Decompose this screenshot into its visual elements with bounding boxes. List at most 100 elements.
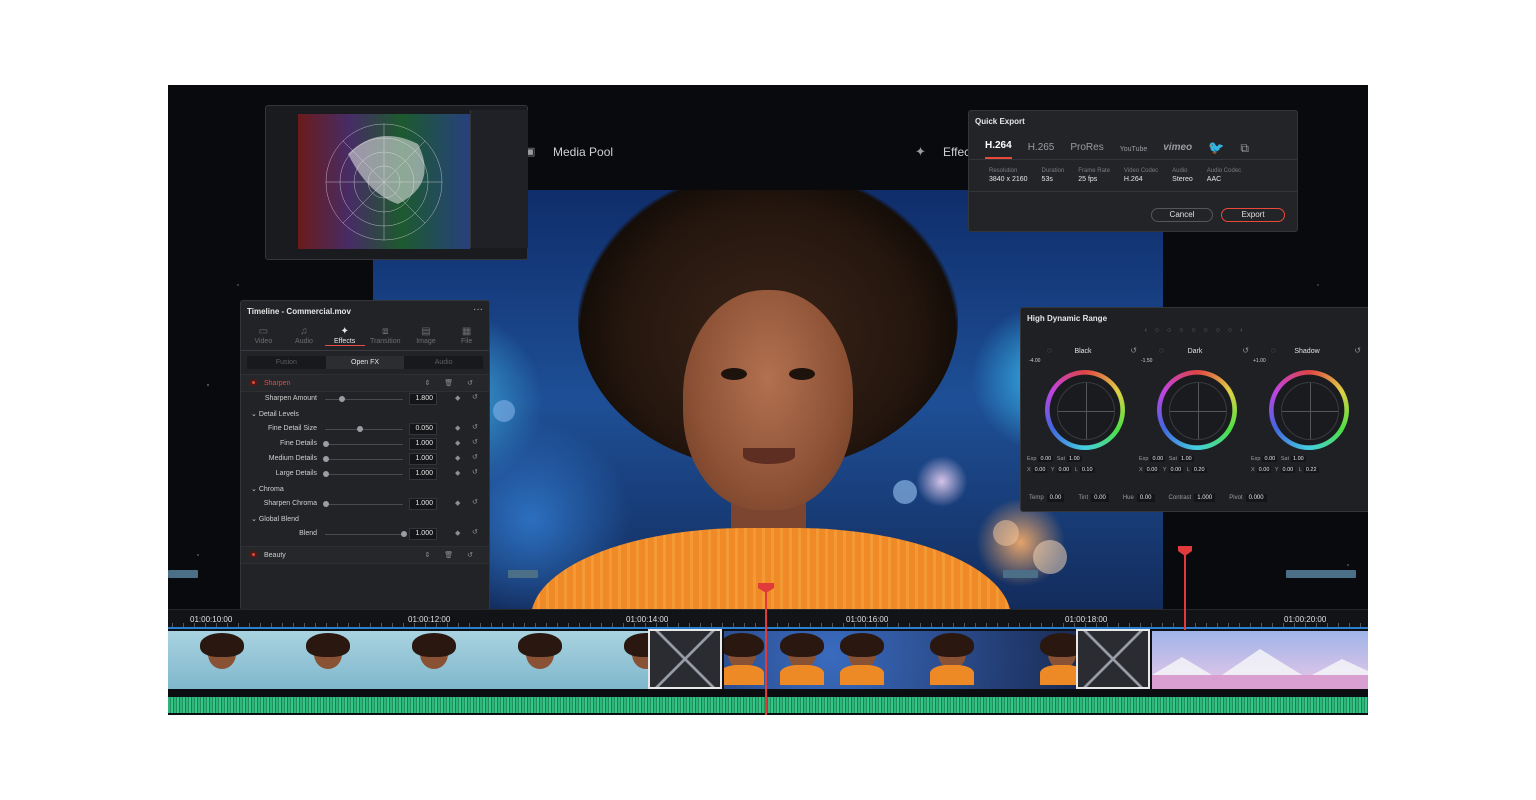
large-details-field[interactable]: 1.000	[409, 468, 437, 480]
fine-details-row: Fine Details 1.000 ◆ ↺	[241, 437, 489, 452]
format-h264[interactable]: H.264	[985, 140, 1012, 159]
slider-knob[interactable]	[323, 501, 329, 507]
export-button[interactable]: Export	[1221, 208, 1285, 222]
dark-color-wheel[interactable]	[1157, 370, 1237, 450]
audio-icon: ♫	[300, 326, 308, 337]
hdr-title: High Dynamic Range	[1027, 314, 1108, 323]
thumbnail-subject	[412, 633, 456, 669]
slider-knob[interactable]	[323, 471, 329, 477]
detail-levels-section[interactable]: ⌄ Detail Levels	[241, 407, 489, 422]
medium-details-field[interactable]: 1.000	[409, 453, 437, 465]
top-toolbar: ▣ Media Pool ✦ Effec	[523, 135, 973, 171]
temp-control[interactable]: Temp 0.00	[1029, 494, 1065, 502]
effect-enable-toggle[interactable]	[249, 551, 258, 558]
viewer-side-controls[interactable]	[470, 110, 528, 248]
slider-knob[interactable]	[323, 456, 329, 462]
share-icon[interactable]: ⧉	[1240, 141, 1249, 159]
keyframe-icon[interactable]: ◆	[455, 499, 460, 507]
format-youtube[interactable]: YouTube	[1120, 146, 1148, 159]
format-vimeo[interactable]: vimeo	[1163, 142, 1192, 159]
tab-audio[interactable]: ♫ Audio	[284, 326, 324, 346]
fine-detail-size-field[interactable]: 0.050	[409, 423, 437, 435]
keyframe-icon[interactable]: ◆	[455, 439, 460, 447]
video-clip-laughing[interactable]	[168, 631, 648, 689]
tab-image[interactable]: ▤ Image	[406, 326, 446, 346]
slider-knob[interactable]	[357, 426, 363, 432]
reset-icon[interactable]: ↺	[472, 468, 478, 476]
beauty-effect-header[interactable]: Beauty ⇕ 🗑 ↺	[241, 546, 489, 564]
tab-file[interactable]: ▦ File	[447, 326, 487, 346]
wheel-title: Black	[1074, 348, 1092, 355]
reset-icon[interactable]: ↺	[472, 438, 478, 446]
slider-knob[interactable]	[401, 531, 407, 537]
keyframe-icon[interactable]: ◆	[455, 454, 460, 462]
format-prores[interactable]: ProRes	[1070, 142, 1103, 159]
tab-transition[interactable]: ⧈ Transition	[365, 326, 405, 346]
slider-knob[interactable]	[339, 396, 345, 402]
keyframe-icon[interactable]: ◆	[455, 424, 460, 432]
chroma-section[interactable]: ⌄ Chroma	[241, 482, 489, 497]
twitter-icon[interactable]: 🐦	[1208, 140, 1224, 159]
effect-header-icons[interactable]: ⇕ 🗑 ↺	[424, 551, 479, 559]
keyframe-icon[interactable]: ◆	[455, 394, 460, 402]
subtab-openfx[interactable]: Open FX	[325, 356, 405, 369]
effect-header-icons[interactable]: ⇕ 🗑 ↺	[424, 379, 479, 387]
reset-icon[interactable]: ↺	[1242, 346, 1249, 355]
wheel-toggle-icon[interactable]: ◌	[1159, 346, 1164, 355]
media-pool-button[interactable]: Media Pool	[553, 145, 613, 159]
fine-details-field[interactable]: 1.000	[409, 438, 437, 450]
thumbnail-subject	[1040, 633, 1076, 685]
video-clip-mountain[interactable]	[1152, 631, 1368, 689]
wheel-toggle-icon[interactable]: ◌	[1047, 346, 1052, 355]
blend-row: Blend 1.000 ◆ ↺	[241, 527, 489, 542]
cancel-button[interactable]: Cancel	[1151, 208, 1213, 222]
upper-track-clip[interactable]	[1003, 570, 1038, 578]
shadow-color-wheel[interactable]	[1269, 370, 1349, 450]
reset-icon[interactable]: ↺	[472, 393, 478, 401]
effect-enable-toggle[interactable]	[249, 379, 258, 386]
effects-wand-icon[interactable]: ✦	[915, 144, 926, 160]
keyframe-icon[interactable]: ◆	[455, 529, 460, 537]
tint-control[interactable]: Tint 0.00	[1078, 494, 1109, 502]
timeline-ruler[interactable]: 01:00:10:00 01:00:12:00 01:00:14:00 01:0…	[168, 609, 1368, 627]
sharpen-effect-header[interactable]: Sharpen ⇕ 🗑 ↺	[241, 374, 489, 392]
transition-clip[interactable]	[1076, 629, 1150, 689]
playhead[interactable]	[765, 587, 767, 715]
wheel-value: +1.00	[1253, 358, 1266, 364]
reset-icon[interactable]: ↺	[472, 423, 478, 431]
global-blend-section[interactable]: ⌄ Global Blend	[241, 512, 489, 527]
reset-icon[interactable]: ↺	[472, 498, 478, 506]
black-color-wheel[interactable]	[1045, 370, 1125, 450]
tab-effects[interactable]: ✦ Effects	[324, 326, 365, 346]
contrast-control[interactable]: Contrast 1.000	[1169, 494, 1216, 502]
format-h265[interactable]: H.265	[1028, 142, 1055, 159]
more-options-icon[interactable]: ···	[473, 304, 483, 315]
blend-field[interactable]: 1.000	[409, 528, 437, 540]
sharpen-chroma-field[interactable]: 1.000	[409, 498, 437, 510]
thumbnail-subject	[518, 633, 562, 669]
effects-button[interactable]: Effec	[943, 145, 970, 159]
upper-track-clip[interactable]	[508, 570, 538, 578]
pivot-control[interactable]: Pivot 0.000	[1229, 494, 1267, 502]
wheel-toggle-icon[interactable]: ◌	[1271, 346, 1276, 355]
reset-icon[interactable]: ↺	[1354, 346, 1361, 355]
video-clip-portrait[interactable]	[724, 631, 1076, 689]
reset-icon[interactable]: ↺	[472, 528, 478, 536]
transition-clip[interactable]	[648, 629, 722, 689]
subtab-audio[interactable]: Audio	[404, 356, 483, 369]
zone-pager[interactable]: ‹ ○ ○ ○ ○ ○ ○ ○ ›	[1021, 327, 1368, 334]
hue-control[interactable]: Hue 0.00	[1123, 494, 1155, 502]
reset-icon[interactable]: ↺	[472, 453, 478, 461]
audio-track[interactable]	[168, 689, 1368, 715]
timeline-marker[interactable]	[1184, 550, 1186, 630]
upper-track-clip[interactable]	[168, 570, 198, 578]
tab-video[interactable]: ▭ Video	[243, 326, 283, 346]
sharpen-amount-field[interactable]: 1.800	[409, 393, 437, 405]
image-icon: ▤	[421, 326, 431, 337]
upper-track-clip[interactable]	[1286, 570, 1356, 578]
thumbnail-subject	[930, 633, 974, 685]
slider-knob[interactable]	[323, 441, 329, 447]
keyframe-icon[interactable]: ◆	[455, 469, 460, 477]
reset-icon[interactable]: ↺	[1130, 346, 1137, 355]
subtab-fusion[interactable]: Fusion	[247, 356, 326, 369]
